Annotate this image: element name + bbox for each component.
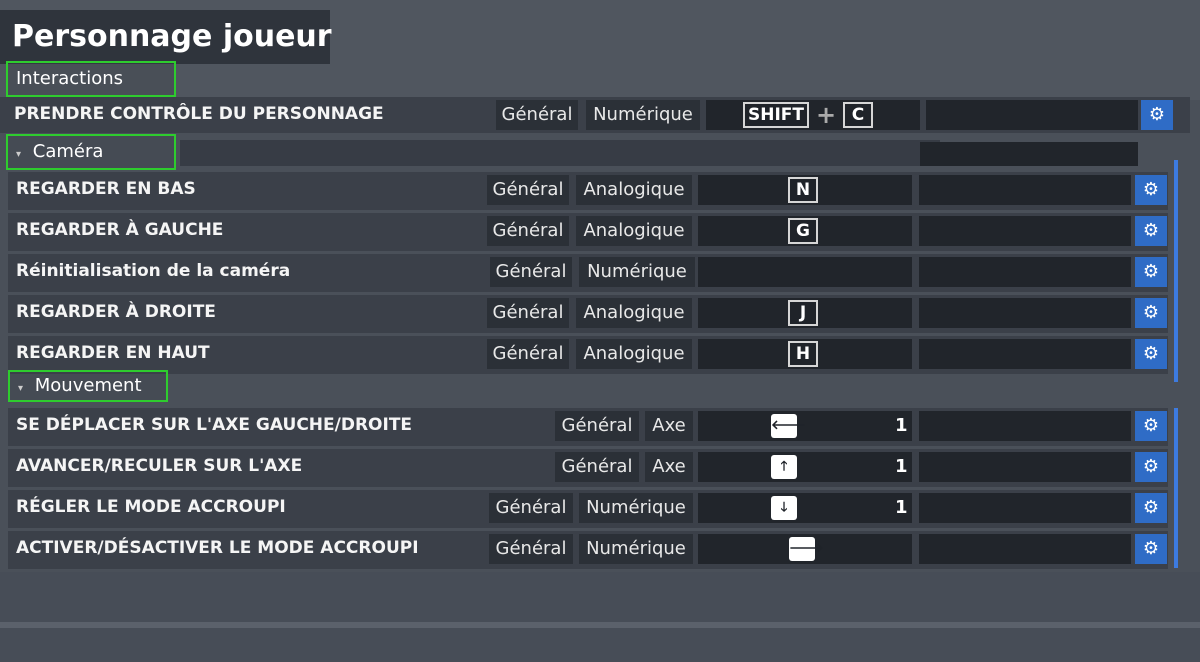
gear-icon[interactable]: ⚙ (1135, 257, 1167, 287)
binding-slot-partial (920, 142, 1138, 166)
row-separator (180, 140, 940, 166)
section-header-interactions[interactable]: Interactions (6, 61, 176, 97)
secondary-binding-slot[interactable] (919, 257, 1131, 287)
input-type-button[interactable]: Numérique (579, 257, 695, 287)
secondary-binding-slot[interactable] (926, 100, 1138, 130)
secondary-binding-slot[interactable] (919, 452, 1131, 482)
binding-label: AVANCER/RECULER SUR L'AXE (16, 456, 303, 476)
input-type-button[interactable]: Numérique (579, 534, 693, 564)
category-button[interactable]: Général (490, 257, 572, 287)
category-button[interactable]: Général (555, 411, 639, 441)
key-j: J (788, 300, 818, 326)
gear-icon[interactable]: ⚙ (1135, 298, 1167, 328)
camera-scrollbar[interactable] (1174, 160, 1178, 382)
category-button[interactable]: Général (496, 100, 578, 130)
secondary-binding-slot[interactable] (919, 493, 1131, 523)
category-button[interactable]: Général (487, 175, 569, 205)
gear-icon[interactable]: ⚙ (1135, 534, 1167, 564)
category-button[interactable]: Général (487, 298, 569, 328)
secondary-binding-slot[interactable] (919, 411, 1131, 441)
binding-label: REGARDER EN HAUT (16, 343, 210, 363)
section-header-camera[interactable]: ▾ Caméra (6, 134, 176, 170)
section-label: Mouvement (34, 375, 142, 396)
input-type-button[interactable]: Axe (645, 411, 693, 441)
primary-binding-slot[interactable] (698, 493, 912, 523)
category-button[interactable]: Général (555, 452, 639, 482)
binding-label: ACTIVER/DÉSACTIVER LE MODE ACCROUPI (16, 538, 419, 558)
category-button[interactable]: Général (489, 493, 573, 523)
input-type-button[interactable]: Numérique (586, 100, 700, 130)
primary-binding-slot[interactable] (698, 452, 912, 482)
plus-separator: + (816, 101, 837, 129)
secondary-binding-slot[interactable] (919, 216, 1131, 246)
binding-label: REGARDER EN BAS (16, 179, 196, 199)
secondary-binding-slot[interactable] (919, 298, 1131, 328)
key-c: C (843, 102, 873, 128)
arrow-left-icon: 🡐 (771, 414, 806, 438)
secondary-binding-slot[interactable] (919, 175, 1131, 205)
gear-icon[interactable]: ⚙ (1135, 216, 1167, 246)
gear-icon[interactable]: ⚙ (1141, 100, 1173, 130)
footer-divider (0, 622, 1200, 628)
gear-icon[interactable]: ⚙ (1135, 452, 1167, 482)
input-type-button[interactable]: Analogique (576, 175, 692, 205)
key-shift: SHIFT (743, 102, 809, 128)
secondary-binding-slot[interactable] (919, 534, 1131, 564)
key-g: G (788, 218, 818, 244)
chevron-down-icon: ▾ (16, 149, 22, 160)
binding-label: Réinitialisation de la caméra (16, 261, 291, 281)
primary-binding-slot[interactable] (698, 257, 912, 287)
footer-background (0, 572, 1200, 662)
binding-label: REGARDER À GAUCHE (16, 220, 224, 240)
section-header-mouvement[interactable]: ▾ Mouvement (8, 370, 168, 402)
input-type-button[interactable]: Numérique (579, 493, 693, 523)
gear-icon[interactable]: ⚙ (1135, 493, 1167, 523)
primary-binding-slot[interactable] (706, 100, 920, 130)
axis-value: 1 (895, 415, 908, 436)
binding-label: REGARDER À DROITE (16, 302, 216, 322)
input-type-button[interactable]: Analogique (576, 298, 692, 328)
gear-icon[interactable]: ⚙ (1135, 339, 1167, 369)
input-type-button[interactable]: Analogique (576, 339, 692, 369)
arrow-up-icon: 🡑 (771, 455, 797, 479)
secondary-binding-slot[interactable] (919, 339, 1131, 369)
binding-label: SE DÉPLACER SUR L'AXE GAUCHE/DROITE (16, 415, 413, 435)
axis-value: 1 (895, 456, 908, 477)
chevron-down-icon: ▾ (18, 383, 24, 394)
key-n: N (788, 177, 818, 203)
page-title: Personnage joueur (0, 10, 332, 64)
category-button[interactable]: Général (487, 216, 569, 246)
axis-value: 1 (895, 497, 908, 518)
input-type-button[interactable]: Axe (645, 452, 693, 482)
binding-label: RÉGLER LE MODE ACCROUPI (16, 497, 286, 517)
gear-icon[interactable]: ⚙ (1135, 175, 1167, 205)
mouvement-scrollbar[interactable] (1174, 408, 1178, 568)
arrow-right-icon: 🡒 (789, 537, 824, 561)
section-label: Caméra (32, 141, 104, 162)
category-button[interactable]: Général (487, 339, 569, 369)
category-button[interactable]: Général (489, 534, 573, 564)
input-type-button[interactable]: Analogique (576, 216, 692, 246)
key-h: H (788, 341, 818, 367)
section-label: Interactions (16, 68, 124, 89)
arrow-down-icon: 🡓 (771, 496, 797, 520)
gear-icon[interactable]: ⚙ (1135, 411, 1167, 441)
binding-label: PRENDRE CONTRÔLE DU PERSONNAGE (14, 104, 384, 124)
